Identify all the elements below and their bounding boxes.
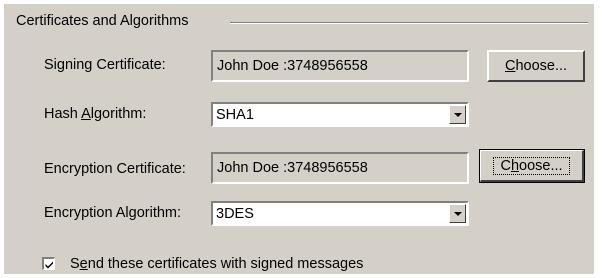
- signing-certificate-value: John Doe :3748956558: [217, 58, 368, 74]
- signing-certificate-field: John Doe :3748956558: [211, 50, 469, 82]
- signing-choose-label: Choose...: [504, 58, 568, 74]
- encryption-algorithm-label: Encryption Algorithm:: [44, 205, 182, 221]
- send-certificates-checkbox[interactable]: [42, 257, 55, 270]
- chevron-down-icon: [453, 112, 462, 117]
- send-certificates-label[interactable]: Send these certificates with signed mess…: [70, 256, 363, 272]
- encryption-choose-label: Choose...: [493, 156, 570, 175]
- signing-choose-button[interactable]: Choose...: [487, 50, 585, 82]
- signing-certificate-label: Signing Certificate:: [44, 57, 166, 73]
- encryption-choose-button[interactable]: Choose...: [479, 149, 585, 183]
- checkmark-icon: [45, 261, 53, 269]
- hash-algorithm-select[interactable]: SHA1: [211, 102, 469, 127]
- hash-algorithm-label: Hash Algorithm:: [44, 106, 147, 122]
- chevron-down-icon: [453, 211, 462, 216]
- encryption-algorithm-dropdown-button[interactable]: [449, 204, 466, 223]
- options-panel: Certificates and Algorithms Signing Cert…: [4, 4, 594, 274]
- group-title: Certificates and Algorithms: [16, 13, 189, 29]
- encryption-algorithm-value: 3DES: [216, 205, 254, 222]
- encryption-certificate-value: John Doe :3748956558: [217, 160, 368, 176]
- encryption-certificate-label: Encryption Certificate:: [44, 161, 186, 177]
- encryption-choose-face: Choose...: [480, 150, 584, 182]
- hash-algorithm-value: SHA1: [216, 106, 254, 123]
- encryption-certificate-field: John Doe :3748956558: [211, 152, 469, 184]
- hash-algorithm-dropdown-button[interactable]: [449, 105, 466, 124]
- group-divider: [230, 22, 588, 24]
- encryption-algorithm-select[interactable]: 3DES: [211, 201, 469, 226]
